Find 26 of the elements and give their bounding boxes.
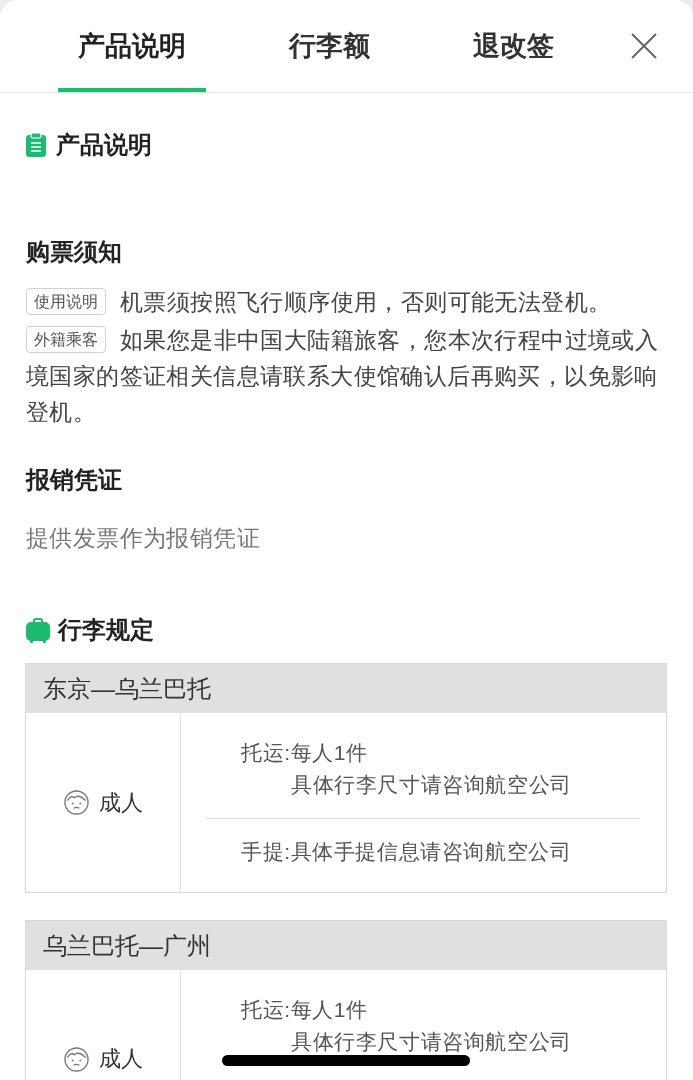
clipboard-icon	[26, 133, 46, 157]
suitcase-icon	[26, 617, 50, 643]
passenger-type: 成人	[98, 1045, 143, 1073]
tab[interactable]: 产品说明	[58, 0, 206, 92]
baggage-rule: 托运:每人1件	[240, 740, 369, 766]
face-icon	[63, 790, 89, 815]
face-icon	[63, 1046, 89, 1072]
route-title: 乌兰巴托—广州	[26, 921, 666, 970]
subsection-title: 购票须知	[26, 237, 123, 267]
subsection-title: 报销凭证	[26, 465, 123, 495]
reimbursement-text: 提供发票作为报销凭证	[26, 524, 261, 553]
notice-text: 外籍乘客 如果您是非中国大陆籍旅客，您本次行程中过境或入境国家的签证相关信息请联系大使馆确认后再购买，以免影响登机。	[26, 325, 660, 427]
baggage-rule: 手提:具体手提信息请咨询航空公司	[240, 839, 573, 865]
baggage-rule-detail: 具体行李尺寸请咨询航空公司	[290, 772, 573, 798]
route-title: 东京—乌兰巴托	[26, 664, 666, 713]
section-title: 产品说明	[56, 130, 152, 160]
tab[interactable]: 退改签	[453, 0, 574, 92]
tab[interactable]: 行李额	[269, 0, 390, 92]
notice-text: 使用说明 机票须按照飞行顺序使用，否则可能无法登机。	[26, 284, 667, 320]
baggage-rule: 托运:每人1件	[240, 997, 369, 1023]
passenger-type: 成人	[98, 788, 143, 817]
close-icon	[631, 33, 657, 59]
note-tag: 使用说明	[26, 288, 106, 315]
section-title: 行李规定	[58, 615, 154, 645]
baggage-rule-detail: 具体行李尺寸请咨询航空公司	[290, 1029, 573, 1055]
note-tag: 外籍乘客	[26, 326, 106, 353]
